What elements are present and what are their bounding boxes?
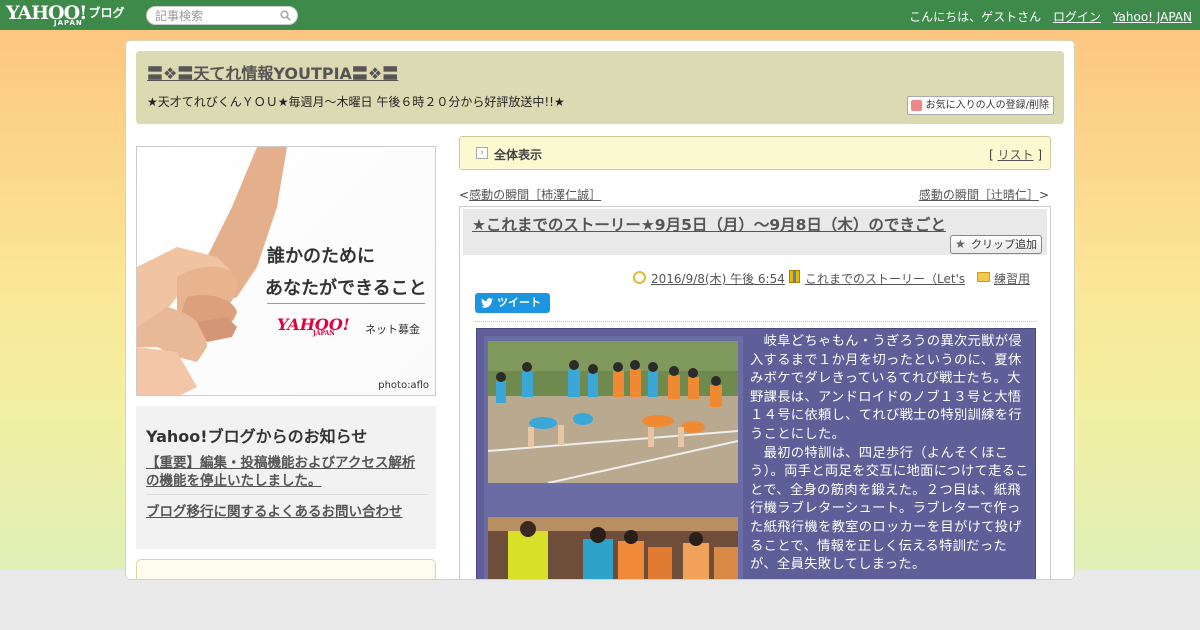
sidebar-next-panel (136, 559, 436, 579)
banner-divider (267, 303, 425, 304)
blog-header: 〓❖〓天てれ情報YOUTPIA〓❖〓 ★天才てれびくんＹＯＵ★毎週月～木曜日 午… (136, 51, 1064, 124)
article-date-link[interactable]: 2016/9/8(木) 午後 6:54 (651, 270, 785, 287)
training-photo-1[interactable] (488, 341, 738, 483)
net-donation-banner[interactable]: 誰かのために あなたができること YAHOO! JAPAN ネット募金 phot… (136, 146, 436, 396)
next-arrow: > (1038, 188, 1049, 202)
logo-sub-text: JAPAN (54, 19, 83, 27)
prev-article-link[interactable]: 感動の瞬間［柿澤仁誠］ (469, 188, 601, 202)
article-theme-link[interactable]: これまでのストーリー（Let's (805, 270, 965, 287)
article-text: 岐阜どちゃもん・うぎろうの異次元獣が侵入するまで１か月を切ったというのに、夏休み… (750, 333, 1032, 575)
prev-article-nav: <感動の瞬間［柿澤仁誠］ (459, 186, 601, 203)
article-paragraph-1: 岐阜どちゃもん・うぎろうの異次元獣が侵入するまで１か月を切ったというのに、夏休み… (750, 334, 1022, 442)
dotted-divider (475, 321, 1036, 322)
training-photo-2[interactable] (488, 517, 738, 580)
notice-title: Yahoo!ブログからのお知らせ (146, 427, 368, 446)
article-folder-link[interactable]: 練習用 (994, 270, 1030, 287)
favorite-register-button[interactable]: お気に入りの人の登録/削除 (906, 96, 1054, 115)
list-view-link[interactable]: リスト (997, 148, 1033, 162)
article-meta: 2016/9/8(木) 午後 6:54 これまでのストーリー（Let's 練習用 (460, 270, 1050, 286)
clip-add-button[interactable]: ★ クリップ追加 (950, 235, 1042, 254)
clip-add-label: クリップ追加 (971, 238, 1037, 251)
star-icon: ★ (955, 237, 966, 251)
clock-icon (633, 271, 646, 284)
tweet-label: ツイート (497, 296, 541, 309)
logo-blog-text: ブログ (88, 6, 125, 20)
search-icon[interactable] (280, 10, 291, 21)
yahoo-blog-logo[interactable]: YAHOO! ブログ JAPAN (6, 2, 125, 27)
bracket-close: ] (1037, 148, 1042, 162)
next-article-link[interactable]: 感動の瞬間［辻晴仁］ (919, 188, 1039, 202)
prev-arrow: < (459, 188, 470, 202)
article-title[interactable]: ★これまでのストーリー★9月5日（月）～9月8日（木）のできごと (472, 213, 946, 235)
theme-book-icon (789, 270, 800, 283)
banner-logo-sub: JAPAN (313, 330, 335, 337)
article-search-box (146, 6, 298, 25)
article-header: ★これまでのストーリー★9月5日（月）～9月8日（木）のできごと ★ クリップ追… (463, 209, 1047, 255)
blog-description: ★天才てれびくんＹＯＵ★毎週月～木曜日 午後６時２０分から好評放送中!!★ (147, 95, 565, 109)
yahoo-blog-notice-panel: Yahoo!ブログからのお知らせ 【重要】編集・投稿機能およびアクセス解析の機能… (136, 406, 436, 549)
banner-yahoo-logo: YAHOO! JAPAN (277, 315, 350, 337)
bracket-open: [ (988, 148, 994, 162)
banner-tagline: ネット募金 (365, 323, 420, 336)
twitter-bird-icon (481, 298, 493, 308)
view-all-bar: › 全体表示 [ リスト ] (459, 136, 1051, 170)
favorite-register-label: お気に入りの人の登録/削除 (925, 100, 1049, 111)
view-all-label[interactable]: 全体表示 (494, 146, 542, 163)
list-view-toggle: [ リスト ] (989, 146, 1042, 163)
notice-divider (146, 494, 428, 495)
banner-headline-2: あなたができること (265, 278, 427, 299)
chevron-right-icon: › (476, 147, 488, 159)
tweet-button[interactable]: ツイート (475, 293, 550, 313)
greeting-text: こんにちは、ゲストさん (909, 10, 1042, 24)
notice-link-faq[interactable]: ブログ移行に関するよくあるお問い合わせ (146, 500, 403, 520)
photo-credit: photo:aflo (378, 380, 429, 391)
folder-icon (977, 272, 990, 282)
blog-title[interactable]: 〓❖〓天てれ情報YOUTPIA〓❖〓 (147, 60, 398, 84)
article-body: 岐阜どちゃもん・うぎろうの異次元獣が侵入するまで１か月を切ったというのに、夏休み… (476, 328, 1036, 580)
yahoo-japan-link[interactable]: Yahoo! JAPAN (1113, 10, 1192, 24)
handshake-image (137, 147, 287, 395)
user-area: こんにちは、ゲストさん ログイン Yahoo! JAPAN (909, 8, 1192, 25)
heart-icon (910, 100, 922, 111)
view-all-bar-inner (463, 140, 1047, 166)
article-paragraph-2: 最初の特訓は、四足歩行（よんそくほこう）。両手と両足を交互に地面につけて走ること… (750, 445, 1029, 573)
next-article-nav: 感動の瞬間［辻晴仁］> (919, 186, 1049, 203)
search-input[interactable] (155, 8, 280, 23)
login-link[interactable]: ログイン (1053, 10, 1101, 24)
yahoo-topbar: YAHOO!ブログ JAPAN こんにちは、ゲストさん ログイン Yahoo! … (0, 0, 1200, 30)
blog-page: 〓❖〓天てれ情報YOUTPIA〓❖〓 ★天才てれびくんＹＯＵ★毎週月～木曜日 午… (125, 40, 1075, 580)
article: ★これまでのストーリー★9月5日（月）～9月8日（木）のできごと ★ クリップ追… (459, 206, 1051, 580)
banner-headline-1: 誰かのために (267, 246, 375, 267)
photo-column (484, 336, 743, 580)
notice-link-important[interactable]: 【重要】編集・投稿機能およびアクセス解析の機能を停止いたしました。 (146, 454, 428, 490)
